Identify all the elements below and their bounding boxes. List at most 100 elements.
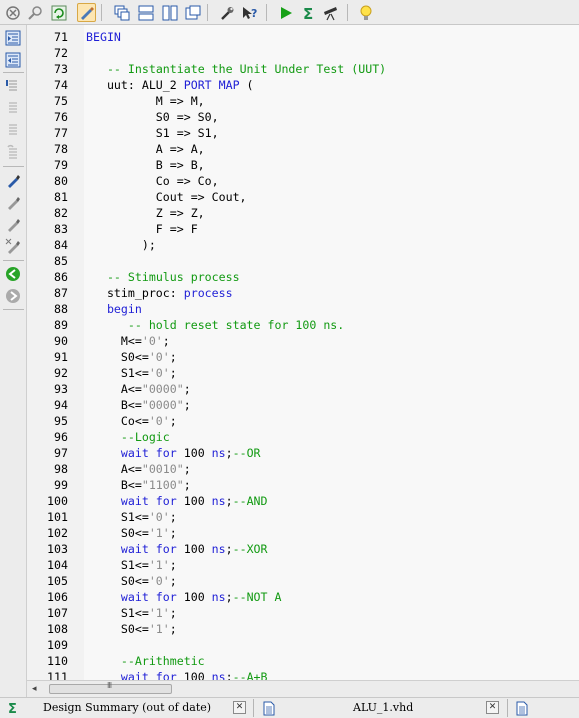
toggle-bookmark-icon[interactable] bbox=[4, 171, 22, 189]
sigma-icon[interactable]: Σ bbox=[299, 3, 318, 22]
code-line[interactable]: 83 F => F bbox=[27, 221, 579, 237]
cascade-windows-icon[interactable] bbox=[112, 3, 131, 22]
code-text: Cout => Cout, bbox=[86, 189, 247, 205]
code-editor[interactable]: 71 BEGIN 72 73 -- Instantiate the Unit Unde… bbox=[27, 25, 579, 680]
wrench-icon[interactable] bbox=[217, 3, 236, 22]
code-line[interactable]: 82 Z => Z, bbox=[27, 205, 579, 221]
code-line[interactable]: 84 ); bbox=[27, 237, 579, 253]
restore-windows-icon[interactable] bbox=[183, 3, 202, 22]
go-back-icon[interactable] bbox=[4, 287, 22, 305]
line-number: 100 bbox=[47, 494, 68, 508]
comment-token: --NOT A bbox=[232, 590, 282, 604]
unindent-icon[interactable] bbox=[4, 51, 22, 69]
comment-block-icon[interactable] bbox=[4, 121, 22, 139]
code-line[interactable]: 92 S1<='0'; bbox=[27, 365, 579, 381]
edit-highlight-icon[interactable] bbox=[77, 3, 96, 22]
code-line[interactable]: 90 M<='0'; bbox=[27, 333, 579, 349]
code-line[interactable]: 100 wait for 100 ns;--AND bbox=[27, 493, 579, 509]
code-line[interactable]: 78 A => A, bbox=[27, 141, 579, 157]
scroll-left-arrow-icon[interactable]: ◂ bbox=[32, 681, 44, 697]
code-line[interactable]: 75 M => M, bbox=[27, 93, 579, 109]
cross-probe-icon[interactable] bbox=[3, 3, 22, 22]
code-line[interactable]: 85 bbox=[27, 253, 579, 269]
scrollbar-thumb[interactable]: III bbox=[49, 681, 172, 694]
code-line[interactable]: 101 S1<='0'; bbox=[27, 509, 579, 525]
code-line[interactable]: 71 BEGIN bbox=[27, 29, 579, 45]
close-icon[interactable]: ✕ bbox=[233, 701, 246, 714]
next-bookmark-icon[interactable] bbox=[4, 193, 22, 211]
code-line[interactable]: 111 wait for 100 ns;--A+B bbox=[27, 669, 579, 680]
comment-token: --Arithmetic bbox=[120, 654, 205, 668]
code-line[interactable]: 89 -- hold reset state for 100 ns. bbox=[27, 317, 579, 333]
code-line[interactable]: 98 A<="0010"; bbox=[27, 461, 579, 477]
code-line[interactable]: 76 S0 => S0, bbox=[27, 109, 579, 125]
code-line[interactable]: 96 --Logic bbox=[27, 429, 579, 445]
code-line[interactable]: 91 S0<='0'; bbox=[27, 349, 579, 365]
code-line[interactable]: 97 wait for 100 ns;--OR bbox=[27, 445, 579, 461]
lightbulb-icon[interactable] bbox=[356, 3, 375, 22]
comment-icon[interactable] bbox=[4, 77, 22, 95]
keyword-token: ns bbox=[211, 446, 226, 460]
clear-bookmarks-icon[interactable] bbox=[4, 237, 22, 255]
code-token: ( bbox=[239, 78, 254, 92]
close-icon[interactable]: ✕ bbox=[486, 701, 499, 714]
code-line[interactable]: 74 uut: ALU_2 PORT MAP ( bbox=[27, 77, 579, 93]
go-forward-icon[interactable] bbox=[4, 265, 22, 283]
find-icon[interactable] bbox=[25, 3, 44, 22]
code-line[interactable]: 88 begin bbox=[27, 301, 579, 317]
comment-token: -- hold reset state for 100 ns. bbox=[127, 318, 345, 332]
tile-horizontal-icon[interactable] bbox=[136, 3, 155, 22]
code-line[interactable]: 93 A<="0000"; bbox=[27, 381, 579, 397]
tab-label: ALU_1.vhd bbox=[353, 701, 414, 714]
literal-token: '0' bbox=[141, 334, 163, 348]
code-line[interactable]: 109 bbox=[27, 637, 579, 653]
code-line[interactable]: 103 wait for 100 ns;--XOR bbox=[27, 541, 579, 557]
code-line[interactable]: 110 --Arithmetic bbox=[27, 653, 579, 669]
comment-token: -- Stimulus process bbox=[106, 270, 240, 284]
run-icon[interactable] bbox=[276, 3, 295, 22]
code-token: S0 => S0, bbox=[86, 110, 219, 124]
code-token: ; bbox=[225, 446, 233, 460]
code-line[interactable]: 80 Co => Co, bbox=[27, 173, 579, 189]
code-line[interactable]: 102 S0<='1'; bbox=[27, 525, 579, 541]
code-line[interactable]: 73 -- Instantiate the Unit Under Test (U… bbox=[27, 61, 579, 77]
telescope-icon[interactable] bbox=[321, 3, 340, 22]
code-line[interactable]: 108 S0<='1'; bbox=[27, 621, 579, 637]
line-number: 95 bbox=[54, 414, 68, 428]
keyword-token: wait for bbox=[120, 590, 177, 604]
code-line[interactable]: 87 stim_proc: process bbox=[27, 285, 579, 301]
code-line[interactable]: 106 wait for 100 ns;--NOT A bbox=[27, 589, 579, 605]
tab-alu-file[interactable]: ALU_1.vhd bbox=[353, 698, 413, 718]
line-number: 71 bbox=[54, 30, 68, 44]
code-line[interactable]: 107 S1<='1'; bbox=[27, 605, 579, 621]
code-line[interactable]: 77 S1 => S1, bbox=[27, 125, 579, 141]
code-line[interactable]: 72 bbox=[27, 45, 579, 61]
code-line[interactable]: 86 -- Stimulus process bbox=[27, 269, 579, 285]
uncomment-block-icon[interactable] bbox=[4, 143, 22, 161]
uncomment-icon[interactable] bbox=[4, 99, 22, 117]
code-line[interactable]: 95 Co<='0'; bbox=[27, 413, 579, 429]
refresh-icon[interactable] bbox=[49, 3, 68, 22]
context-help-icon[interactable]: ? bbox=[240, 3, 259, 22]
keyword-token: PORT MAP bbox=[183, 78, 240, 92]
code-line[interactable]: 105 S0<='0'; bbox=[27, 573, 579, 589]
code-line[interactable]: 79 B => B, bbox=[27, 157, 579, 173]
tab-design-summary[interactable]: Design Summary (out of date) bbox=[43, 698, 211, 718]
literal-token: '0' bbox=[148, 510, 170, 524]
code-line[interactable]: 99 B<="1100"; bbox=[27, 477, 579, 493]
prev-bookmark-icon[interactable] bbox=[4, 215, 22, 233]
indent-icon[interactable] bbox=[4, 29, 22, 47]
code-token: Co => Co, bbox=[86, 174, 219, 188]
line-number: 85 bbox=[54, 254, 68, 268]
code-line[interactable]: 94 B<="0000"; bbox=[27, 397, 579, 413]
code-line[interactable]: 104 S1<='1'; bbox=[27, 557, 579, 573]
code-line[interactable]: 81 Cout => Cout, bbox=[27, 189, 579, 205]
line-number: 79 bbox=[54, 158, 68, 172]
code-text: M => M, bbox=[86, 93, 205, 109]
keyword-token: ns bbox=[211, 494, 226, 508]
horizontal-scrollbar[interactable]: ◂ III bbox=[27, 680, 579, 697]
code-text: ); bbox=[86, 237, 156, 253]
code-token: S1<= bbox=[86, 606, 149, 620]
tile-vertical-icon[interactable] bbox=[160, 3, 179, 22]
code-token: ; bbox=[225, 670, 233, 680]
